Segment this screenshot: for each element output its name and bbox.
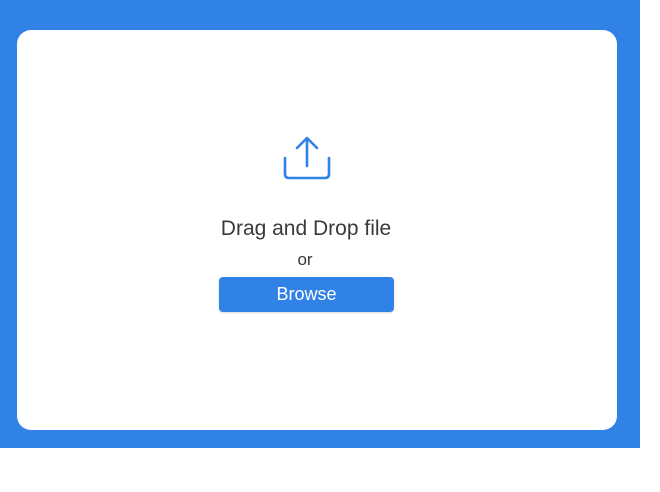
upload-icon bbox=[283, 136, 331, 180]
or-separator: or bbox=[297, 250, 313, 269]
drag-and-drop-title: Drag and Drop file bbox=[220, 217, 392, 240]
browse-button[interactable]: Browse bbox=[219, 277, 394, 312]
